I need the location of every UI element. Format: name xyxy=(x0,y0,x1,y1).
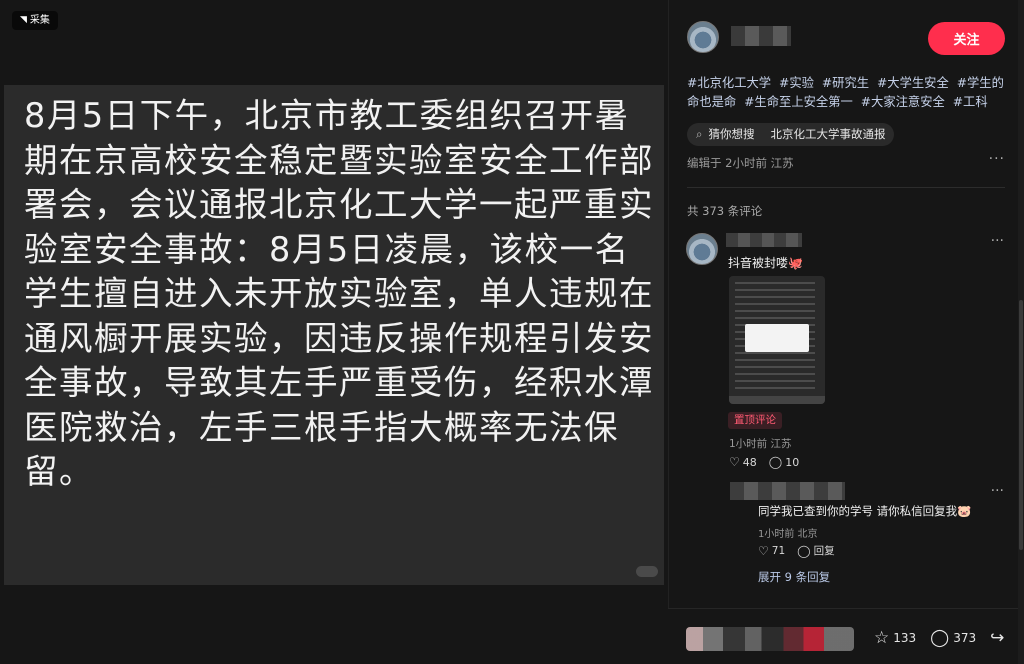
star-button[interactable]: ☆ 133 xyxy=(874,628,916,648)
comment-text: 抖音被封喽🐙 xyxy=(728,256,803,270)
share-icon: ↪ xyxy=(990,628,1005,648)
divider xyxy=(687,187,1005,188)
comment-meta: 1小时前 江苏 xyxy=(729,438,792,450)
edit-info: 编辑于 2小时前 江苏 xyxy=(687,156,794,170)
reply-label: 回复 xyxy=(813,545,835,557)
reply-text: 同学我已查到你的学号 请你私信回复我🐷 xyxy=(758,504,972,518)
edit-info-row: 编辑于 2小时前 江苏 ··· xyxy=(687,151,1005,171)
comment-icon: ◯ xyxy=(930,628,950,648)
comment-input-redacted[interactable] xyxy=(686,627,854,651)
reply-more-icon[interactable]: ··· xyxy=(991,483,1004,499)
scrollbar[interactable] xyxy=(1018,0,1024,664)
comment-count: 共 373 条评论 xyxy=(687,204,763,218)
screenshot-dialog xyxy=(745,324,809,352)
pinned-comment-badge: 置顶评论 xyxy=(728,412,782,429)
detail-panel: 关注 #北京化工大学 #实验 #研究生 #大学生安全 #学生的命也是命 #生命至… xyxy=(668,0,1024,664)
hashtag-list: #北京化工大学 #实验 #研究生 #大学生安全 #学生的命也是命 #生命至上安全… xyxy=(687,74,1005,112)
chat-bubble-icon: ◯ xyxy=(768,455,783,469)
guess-search-chip[interactable]: ⌕ 猜你想搜 北京化工大学事故通报 xyxy=(687,123,895,146)
reply-actions: ♡ 71 ◯ 回复 xyxy=(758,543,835,558)
bottom-bar: ☆ 133 ◯ 373 ↪ xyxy=(668,608,1018,664)
reply-like-button[interactable]: ♡ 71 xyxy=(758,543,785,558)
note-image: 8月5日下午，北京市教工委组织召开暑期在京高校安全稳定暨实验室安全工作部署会，会… xyxy=(4,85,664,585)
note-text: 8月5日下午，北京市教工委组织召开暑期在京高校安全稳定暨实验室安全工作部署会，会… xyxy=(24,96,654,491)
reply-author-redacted xyxy=(730,482,845,500)
star-icon: ☆ xyxy=(874,628,890,648)
follow-button[interactable]: 关注 xyxy=(928,22,1005,55)
comments-button[interactable]: ◯ 373 xyxy=(930,628,976,648)
hashtag[interactable]: #大学生安全 xyxy=(877,76,949,90)
like-count: 48 xyxy=(742,455,757,469)
comments-count: 373 xyxy=(953,631,977,645)
collect-label: 采集 xyxy=(29,15,50,26)
reply-meta: 1小时前 北京 xyxy=(758,529,818,540)
heart-icon: ♡ xyxy=(729,455,740,469)
comment-actions: ♡ 48 ◯ 10 xyxy=(729,455,799,469)
watermark xyxy=(636,566,658,577)
author-row: 关注 xyxy=(687,21,1005,55)
reply-like-count: 71 xyxy=(771,544,786,557)
collect-button[interactable]: ◥ 采集 xyxy=(12,11,58,30)
collect-icon: ◥ xyxy=(20,15,27,25)
media-viewer: ◥ 采集 8月5日下午，北京市教工委组织召开暑期在京高校安全稳定暨实验室安全工作… xyxy=(0,0,668,664)
scrollbar-thumb[interactable] xyxy=(1019,300,1023,550)
hashtag[interactable]: #北京化工大学 xyxy=(687,76,771,90)
hashtag[interactable]: #生命至上安全第一 xyxy=(744,95,853,109)
hashtag[interactable]: #研究生 xyxy=(822,76,869,90)
comment-author-redacted xyxy=(726,233,802,247)
bottom-actions: ☆ 133 ◯ 373 ↪ xyxy=(874,628,1004,648)
guess-label: 猜你想搜 xyxy=(708,127,755,141)
share-button[interactable]: ↪ xyxy=(990,628,1004,648)
star-count: 133 xyxy=(893,631,917,645)
comment-reply-button[interactable]: ◯ 10 xyxy=(769,455,799,469)
screenshot-bar xyxy=(729,396,825,404)
comment-image[interactable] xyxy=(729,276,825,404)
hashtag[interactable]: #实验 xyxy=(779,76,814,90)
hashtag[interactable]: #大家注意安全 xyxy=(861,95,945,109)
expand-replies-link[interactable]: 展开 9 条回复 xyxy=(758,569,830,585)
comment-avatar[interactable] xyxy=(686,233,718,265)
heart-icon: ♡ xyxy=(758,543,769,558)
more-options-icon[interactable]: ··· xyxy=(989,151,1005,167)
search-icon: ⌕ xyxy=(696,127,703,141)
reply-reply-button[interactable]: ◯ 回复 xyxy=(797,543,834,558)
hashtag[interactable]: #工科 xyxy=(953,95,988,109)
comment-like-button[interactable]: ♡ 48 xyxy=(729,455,757,469)
author-avatar[interactable] xyxy=(687,21,719,53)
guess-query: 北京化工大学事故通报 xyxy=(770,127,886,141)
comment-more-icon[interactable]: ··· xyxy=(991,233,1004,249)
reply-count: 10 xyxy=(785,455,800,469)
chat-bubble-icon: ◯ xyxy=(797,543,811,558)
author-name-redacted xyxy=(731,26,791,46)
